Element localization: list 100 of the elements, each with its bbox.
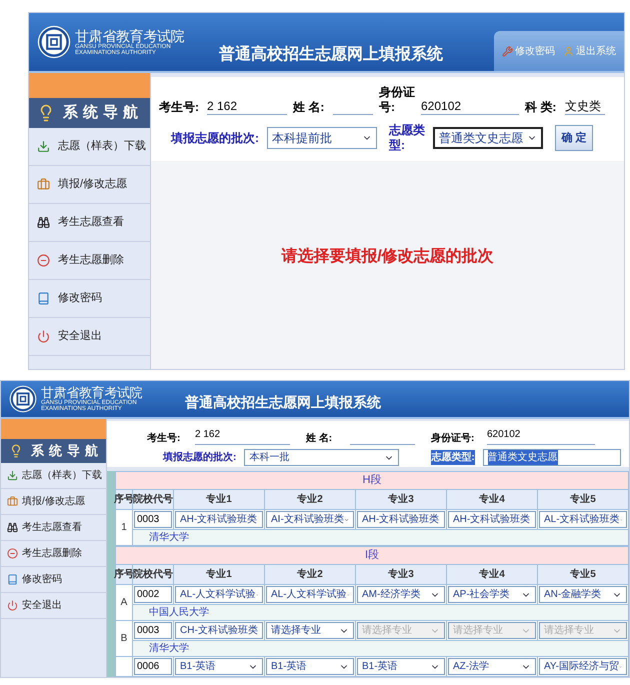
volunteer-type-label: 志愿类型: — [431, 450, 475, 465]
nav-item[interactable]: 志愿（样表）下载 — [1, 463, 106, 489]
system-title: 普通高校招生志愿网上填报系统 — [185, 393, 381, 412]
row-number-cell: B — [116, 621, 132, 656]
field-label: 考生号: — [147, 432, 182, 445]
major-select[interactable]: AY-国际经济与贸 — [539, 658, 627, 675]
major-select[interactable]: B1-英语 — [175, 658, 263, 675]
book-icon — [37, 292, 50, 305]
volunteer-type-label: 志愿类型: — [389, 123, 425, 153]
logo-icon — [37, 25, 71, 59]
major-select[interactable]: 请选择专业 — [266, 622, 354, 639]
field-value: 620102 — [421, 99, 519, 115]
wrench-icon — [502, 46, 513, 56]
major-select[interactable]: B1-英语 — [357, 658, 445, 675]
batch-select[interactable]: 本科一批 — [244, 449, 400, 466]
column-header: 序号 — [116, 490, 132, 509]
batch-label: 填报志愿的批次: — [163, 450, 236, 465]
batch-select[interactable]: 本科提前批 — [267, 127, 377, 149]
field-label: 身份证号: — [379, 85, 416, 115]
nav-item[interactable]: 考生志愿查看 — [1, 515, 106, 541]
major-select[interactable]: AL-人文科学试验 — [266, 586, 354, 603]
column-header: 院校代号 — [133, 565, 173, 584]
row-number-cell: 1 — [116, 510, 132, 545]
nav-item[interactable]: 考生志愿查看 — [29, 204, 150, 242]
nav-item[interactable]: 填报/修改志愿 — [29, 166, 150, 204]
major-select[interactable]: AI-文科试验班类 — [266, 511, 354, 528]
minus-circle-icon — [7, 548, 18, 559]
nav-title: 系统导航 — [63, 102, 143, 123]
nav-item[interactable]: 安全退出 — [1, 593, 106, 619]
field-label: 考生号: — [159, 100, 200, 115]
row-number-cell: A — [116, 585, 132, 620]
column-header: 专业2 — [265, 490, 355, 509]
briefcase-icon — [37, 178, 50, 191]
school-code-field[interactable]: 0003 — [134, 511, 172, 528]
major-select[interactable]: AZ-法学 — [448, 658, 536, 675]
school-code-field[interactable]: 0006 — [134, 658, 172, 675]
column-header: 专业3 — [356, 490, 446, 509]
person-icon — [563, 46, 574, 56]
major-select[interactable]: B1-英语 — [266, 658, 354, 675]
field-value: 2 162 — [207, 99, 287, 115]
major-select[interactable]: AL-文科试验班类 — [539, 511, 627, 528]
column-header: 专业1 — [174, 490, 264, 509]
system-title: 普通高校招生志愿网上填报系统 — [219, 44, 443, 65]
nav-item[interactable]: 志愿（样表）下载 — [29, 128, 150, 166]
school-name: 清华大学 — [133, 530, 628, 545]
column-header: 专业5 — [538, 565, 628, 584]
org-name: 甘肃省教育考试院 — [75, 28, 186, 42]
column-header: 序号 — [116, 565, 132, 584]
volunteer-type-field[interactable]: 普通类文史志愿 — [482, 449, 621, 466]
power-icon — [37, 330, 50, 343]
major-select[interactable]: CH-文科试验班类 — [175, 622, 263, 639]
column-header: 专业4 — [447, 490, 537, 509]
column-header: 专业2 — [265, 565, 355, 584]
school-name: 清华大学 — [133, 641, 628, 656]
binoculars-icon — [37, 216, 50, 229]
field-label: 姓 名: — [306, 432, 334, 445]
org-name: 甘肃省教育考试院 — [41, 386, 144, 399]
briefcase-icon — [7, 496, 18, 507]
major-select[interactable]: AH-文科试验班类 — [175, 511, 263, 528]
section-title: I段 — [116, 547, 628, 564]
school-name: 中国人民大学 — [133, 605, 628, 620]
column-header: 专业4 — [447, 565, 537, 584]
nav-item[interactable]: 考生志愿删除 — [1, 541, 106, 567]
field-value: 620102 — [487, 429, 595, 445]
field-label: 身份证号: — [431, 432, 476, 445]
minus-circle-icon — [37, 254, 50, 267]
download-icon — [37, 140, 50, 153]
major-select[interactable]: AP-社会学类 — [448, 586, 536, 603]
field-value: 文史类 — [565, 99, 605, 115]
column-header: 专业5 — [538, 490, 628, 509]
major-select[interactable]: AH-文科试验班类 — [448, 511, 536, 528]
major-select[interactable]: AL-人文科学试验 — [175, 586, 263, 603]
column-header: 专业3 — [356, 565, 446, 584]
column-header: 院校代号 — [133, 490, 173, 509]
major-select[interactable]: AH-文科试验班类 — [357, 511, 445, 528]
nav-item[interactable]: 修改密码 — [29, 280, 150, 318]
logo-icon — [9, 385, 37, 413]
batch-label: 填报志愿的批次: — [171, 130, 259, 147]
volunteer-type-select[interactable]: 普通类文史志愿 — [433, 127, 543, 149]
confirm-button[interactable]: 确 定 — [555, 125, 593, 151]
prompt-message: 请选择要填报/修改志愿的批次 — [281, 246, 494, 267]
nav-item[interactable]: 安全退出 — [29, 318, 150, 356]
nav-title: 系统导航 — [31, 442, 103, 460]
major-select[interactable]: AM-经济学类 — [357, 586, 445, 603]
nav-item[interactable]: 填报/修改志愿 — [1, 489, 106, 515]
download-icon — [7, 470, 18, 481]
section-title: H段 — [116, 472, 628, 489]
school-code-field[interactable]: 0002 — [134, 586, 172, 603]
major-select[interactable]: AN-金融学类 — [539, 586, 627, 603]
power-icon — [7, 600, 18, 611]
school-code-field[interactable]: 0003 — [134, 622, 172, 639]
nav-item[interactable]: 修改密码 — [1, 567, 106, 593]
field-value: 2 162 — [195, 429, 290, 445]
binoculars-icon — [7, 522, 18, 533]
book-icon — [7, 574, 18, 585]
column-header: 专业1 — [174, 565, 264, 584]
field-label: 科 类: — [525, 100, 558, 115]
nav-item[interactable]: 考生志愿删除 — [29, 242, 150, 280]
field-label: 姓 名: — [293, 100, 326, 115]
lightbulb-icon — [9, 444, 23, 458]
